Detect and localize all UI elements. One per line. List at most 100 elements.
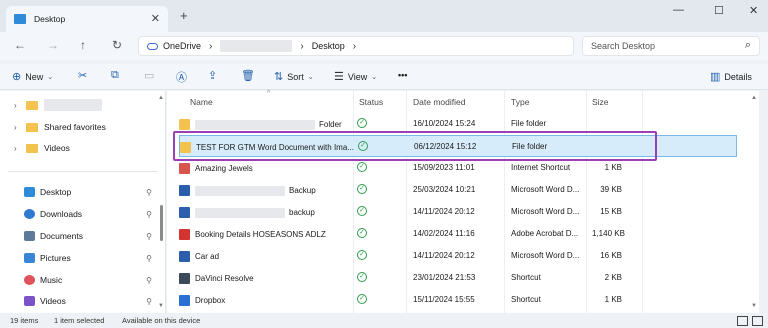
scroll-down-arrow[interactable]: ▼: [158, 303, 164, 309]
column-header-date[interactable]: Date modified: [413, 97, 465, 107]
date-modified: 14/11/2024 20:12: [413, 251, 475, 260]
sidebar-item-downloads[interactable]: Downloads ⚲: [24, 209, 152, 219]
sidebar-scrollbar[interactable]: [160, 205, 163, 241]
tab-title: Desktop: [34, 14, 66, 24]
file-size: 1,140 KB: [592, 229, 625, 238]
back-button[interactable]: ←: [14, 38, 26, 52]
tab-desktop[interactable]: Desktop ✕: [6, 6, 168, 32]
redacted-label: [44, 99, 102, 111]
more-options-button[interactable]: •••: [398, 70, 407, 80]
breadcrumb-desktop[interactable]: Desktop: [312, 41, 345, 51]
sort-caret-icon: ^: [267, 90, 271, 97]
share-icon[interactable]: ⇪: [208, 69, 217, 82]
highlight-annotation: [173, 131, 657, 161]
desktop-icon: [14, 14, 26, 24]
column-header-status[interactable]: Status: [359, 97, 383, 107]
pin-icon: ⚲: [146, 296, 152, 306]
breadcrumb-separator[interactable]: ›: [353, 41, 356, 52]
file-name-cell[interactable]: Backup: [179, 185, 316, 196]
sidebar-item-label: Downloads: [40, 209, 83, 219]
table-row[interactable]: Car ad ✓ 14/11/2024 20:12 Microsoft Word D.…: [179, 245, 737, 267]
sidebar-item-pictures[interactable]: Pictures ⚲: [24, 253, 152, 263]
search-input[interactable]: Search Desktop ⌕: [582, 36, 760, 56]
pin-icon: ⚲: [146, 275, 152, 285]
address-row: ← → ↑ ↻ OneDrive › › Desktop › Search De…: [0, 32, 768, 60]
sort-button[interactable]: ⇅ Sort ⌄: [274, 70, 314, 83]
chevron-down-icon: ⌄: [47, 73, 54, 81]
sidebar-item-videos[interactable]: Videos ⚲: [24, 296, 152, 306]
date-modified: 23/01/2024 21:53: [413, 273, 476, 282]
date-modified: 25/03/2024 10:21: [413, 185, 476, 194]
table-row[interactable]: backup ✓ 14/11/2024 20:12 Microsoft Word D.…: [179, 201, 737, 223]
file-size: 16 KB: [600, 251, 622, 260]
redacted-name: [195, 119, 315, 130]
sidebar-item-desktop[interactable]: Desktop ⚲: [24, 187, 152, 197]
details-button[interactable]: ▥ Details: [710, 70, 752, 83]
sidebar-item-videos-folder[interactable]: › Videos: [14, 143, 70, 153]
file-type: Internet Shortcut: [511, 163, 571, 172]
minimize-button[interactable]: —: [673, 4, 684, 16]
file-size: 39 KB: [600, 185, 622, 194]
new-tab-button[interactable]: +: [180, 8, 188, 23]
paste-icon[interactable]: ▭: [144, 69, 154, 82]
file-name-cell[interactable]: Car ad: [179, 251, 219, 262]
file-name-cell[interactable]: Booking Details HOSEASONS ADLZ: [179, 229, 326, 240]
address-bar[interactable]: OneDrive › › Desktop ›: [138, 36, 574, 56]
file-name-cell[interactable]: DaVinci Resolve: [179, 273, 254, 284]
copy-icon[interactable]: ⧉: [111, 69, 119, 82]
file-size: 1 KB: [604, 163, 622, 172]
close-window-button[interactable]: ✕: [749, 4, 758, 17]
breadcrumb-onedrive[interactable]: OneDrive: [163, 41, 201, 51]
tab-bar: Desktop ✕ + — ☐ ✕: [0, 0, 768, 32]
file-name: Folder: [319, 120, 342, 129]
close-tab-icon[interactable]: ✕: [151, 12, 160, 25]
breadcrumb-separator[interactable]: ›: [300, 41, 303, 52]
sidebar-item-label: Documents: [40, 231, 83, 241]
sidebar-item-shared-favorites[interactable]: › Shared favorites: [14, 122, 106, 132]
table-row[interactable]: Dropbox ✓ 15/11/2024 15:55 Shortcut 1 KB: [179, 289, 737, 311]
table-row[interactable]: DaVinci Resolve ✓ 23/01/2024 21:53 Shortcut…: [179, 267, 737, 289]
cut-icon[interactable]: ✂: [78, 69, 87, 82]
file-name: Amazing Jewels: [195, 164, 253, 173]
sort-label: Sort: [287, 71, 304, 82]
table-row[interactable]: Booking Details HOSEASONS ADLZ ✓ 14/02/202…: [179, 223, 737, 245]
file-size: 15 KB: [600, 207, 622, 216]
column-header-size[interactable]: Size: [592, 97, 609, 107]
expand-icon[interactable]: ›: [14, 101, 26, 110]
scroll-down-arrow[interactable]: ▼: [751, 303, 757, 309]
details-view-icon[interactable]: [737, 316, 748, 326]
column-header-name[interactable]: Name: [190, 97, 213, 107]
file-name-cell[interactable]: Amazing Jewels: [179, 163, 253, 174]
expand-icon[interactable]: ›: [14, 144, 26, 153]
sidebar-item-label: Music: [40, 275, 63, 285]
file-name-cell[interactable]: backup: [179, 207, 315, 218]
up-button[interactable]: ↑: [80, 38, 86, 52]
sidebar-item-documents[interactable]: Documents ⚲: [24, 231, 152, 241]
date-modified: 16/10/2024 15:24: [413, 119, 476, 128]
view-label: View: [347, 71, 368, 82]
view-button[interactable]: ☰ View ⌄: [334, 70, 377, 83]
forward-button[interactable]: →: [47, 38, 59, 52]
breadcrumb-separator[interactable]: ›: [209, 41, 212, 52]
sidebar-item-redacted[interactable]: ›: [14, 99, 102, 111]
tiles-view-icon[interactable]: [752, 316, 763, 326]
expand-icon[interactable]: ›: [14, 123, 26, 132]
status-bar: 19 items 1 item selected Available on th…: [0, 313, 768, 328]
details-label: Details: [724, 71, 752, 82]
file-name-cell[interactable]: Folder: [179, 119, 342, 130]
refresh-button[interactable]: ↻: [112, 38, 122, 52]
scroll-up-arrow[interactable]: ▲: [751, 95, 757, 101]
column-header-type[interactable]: Type: [511, 97, 529, 107]
sidebar-item-music[interactable]: Music ⚲: [24, 275, 152, 285]
search-placeholder: Search Desktop: [591, 41, 656, 51]
table-row[interactable]: Backup ✓ 25/03/2024 10:21 Microsoft Word D.…: [179, 179, 737, 201]
rename-icon[interactable]: Ⓐ: [176, 69, 187, 85]
delete-icon[interactable]: 🗑: [241, 69, 255, 82]
folder-icon: [26, 122, 38, 132]
maximize-button[interactable]: ☐: [714, 4, 724, 17]
new-button[interactable]: ⊕ New ⌄: [12, 70, 53, 83]
file-name: DaVinci Resolve: [195, 274, 254, 283]
scroll-up-arrow[interactable]: ▲: [158, 95, 164, 101]
file-name-cell[interactable]: Dropbox: [179, 295, 225, 306]
file-type: Adobe Acrobat D...: [511, 229, 579, 238]
